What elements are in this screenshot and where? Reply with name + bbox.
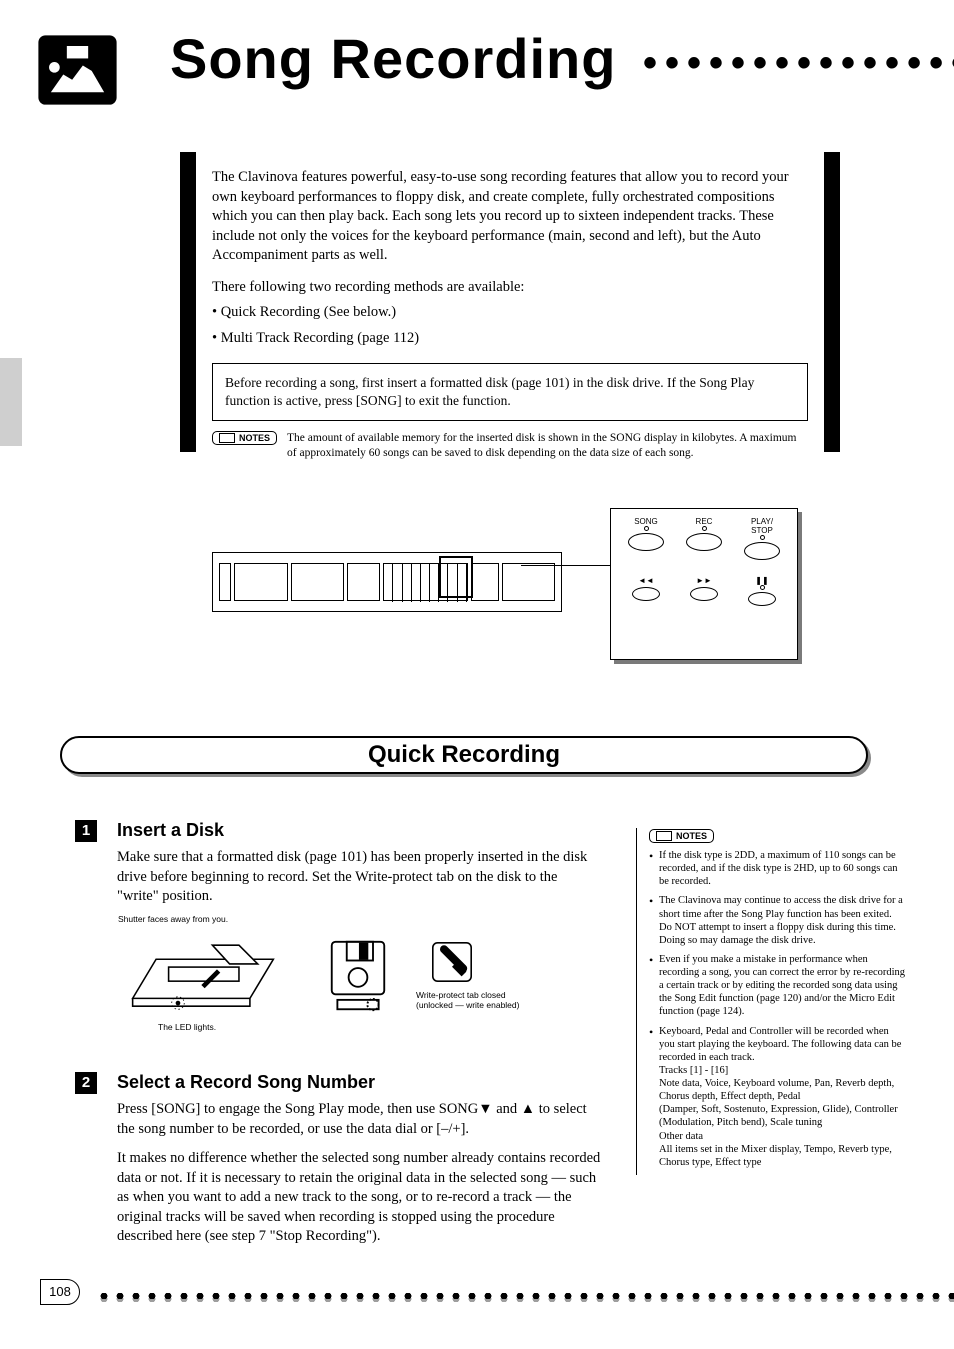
highlighted-panel-area: [439, 556, 473, 598]
step-2-number: 2: [75, 1072, 97, 1094]
notes-label: NOTES: [239, 433, 270, 443]
side-note-item: Even if you make a mistake in performanc…: [649, 953, 906, 1019]
side-note-item: The Clavinova may continue to access the…: [649, 894, 906, 947]
keyboard-diagram: [212, 552, 562, 612]
method-2: • Multi Track Recording (page 112): [212, 329, 808, 349]
step-1-body: Make sure that a formatted disk (page 10…: [117, 848, 595, 907]
rew-button-label: ◄◄: [632, 576, 660, 585]
intro-paragraph: The Clavinova features powerful, easy-to…: [212, 168, 808, 266]
side-tab: [0, 358, 22, 446]
rec-button-label: REC: [686, 517, 722, 526]
song-button[interactable]: [628, 533, 664, 551]
intro-note-text: The amount of available memory for the i…: [287, 431, 808, 461]
step-2-title: Select a Record Song Number: [117, 1072, 375, 1092]
ff-button[interactable]: [690, 587, 718, 601]
step-1-figures: Shutter faces away from you. The LED lig…: [118, 928, 578, 1028]
keyboard-icon: [656, 831, 672, 841]
write-protect-icon: [428, 938, 476, 986]
rec-button[interactable]: [686, 533, 722, 551]
floppy-front-icon: [328, 938, 388, 1013]
side-notes: NOTES If the disk type is 2DD, a maximum…: [636, 828, 906, 1175]
song-button-label: SONG: [628, 517, 664, 526]
title-text: Song Recording: [170, 27, 616, 90]
disk-drive-icon: [118, 928, 288, 1014]
notes-label-side: NOTES: [676, 831, 707, 841]
footer-dots: [96, 1293, 954, 1299]
fig-led-caption: The LED lights.: [158, 1022, 216, 1032]
notes-badge-side: NOTES: [649, 829, 714, 843]
section-header: Quick Recording: [60, 736, 868, 774]
step-1-number: 1: [75, 820, 97, 842]
fig-shutter-caption: Shutter faces away from you.: [118, 914, 228, 924]
keyboard-icon: [219, 433, 235, 443]
transport-buttons-callout: SONG REC PLAY/ STOP ◄◄ ►► ❚❚: [610, 508, 798, 660]
step-2-body-1: Press [SONG] to engage the Song Play mod…: [117, 1100, 605, 1139]
rew-button[interactable]: [632, 587, 660, 601]
page-number: 108: [40, 1279, 80, 1305]
pause-button-label: ❚❚: [748, 576, 776, 585]
step-1-title: Insert a Disk: [117, 820, 224, 840]
title-dots: ••••••••••••••••••••••: [643, 41, 954, 85]
side-note-item: Keyboard, Pedal and Controller will be r…: [649, 1025, 906, 1169]
step-2: 2 Select a Record Song Number Press [SON…: [75, 1072, 605, 1247]
method-1: • Quick Recording (See below.): [212, 303, 808, 323]
intro-block: The Clavinova features powerful, easy-to…: [180, 152, 840, 452]
step-2-body-2: It makes no difference whether the selec…: [117, 1149, 605, 1247]
side-note-item: If the disk type is 2DD, a maximum of 11…: [649, 849, 906, 888]
ff-button-label: ►►: [690, 576, 718, 585]
fig-slider-caption: Write-protect tab closed (unlocked — wri…: [416, 990, 536, 1010]
pre-record-note-box: Before recording a song, first insert a …: [212, 363, 808, 421]
page-icon: [30, 30, 125, 110]
playstop-button[interactable]: [744, 542, 780, 560]
notes-badge: NOTES: [212, 431, 277, 445]
step-1: 1 Insert a Disk Make sure that a formatt…: [75, 820, 595, 907]
playstop-button-label: PLAY/ STOP: [744, 517, 780, 535]
pause-button[interactable]: [748, 592, 776, 606]
page-title: Song Recording ••••••••••••••••••••••: [170, 26, 954, 91]
methods-intro: There following two recording methods ar…: [212, 278, 808, 298]
